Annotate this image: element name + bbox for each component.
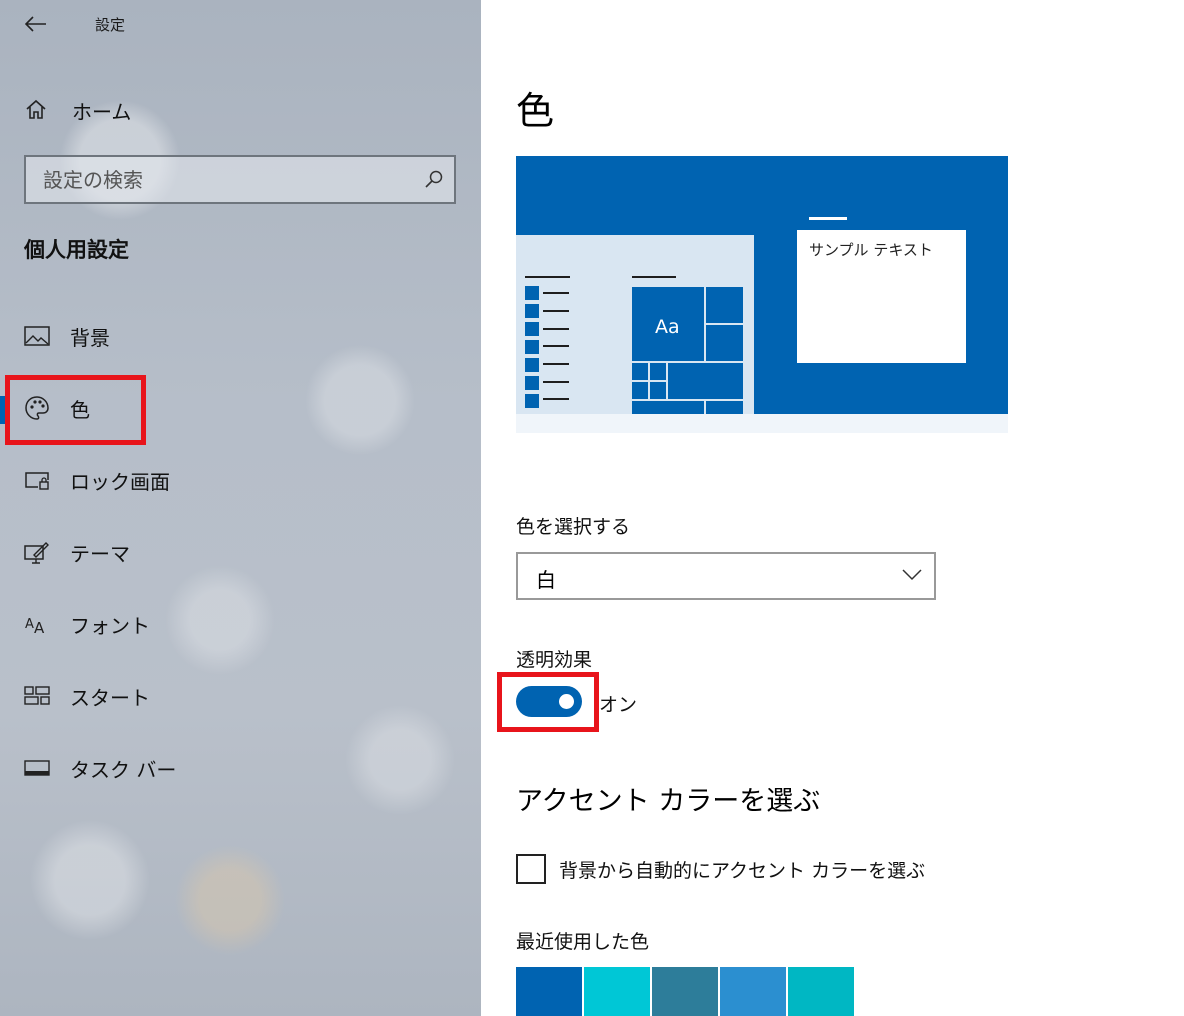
transparency-toggle[interactable] xyxy=(516,686,582,717)
svg-text:A: A xyxy=(34,619,45,635)
home-label: ホーム xyxy=(72,99,132,124)
theme-brush-icon xyxy=(24,539,50,565)
color-swatch[interactable] xyxy=(788,967,854,1016)
sidebar-item-start[interactable]: スタート xyxy=(0,670,481,722)
content-pane: 色 Aa サンプル テキスト 色を選択する 白 透明効果 オン アクセント カラ… xyxy=(481,0,1184,1016)
page-title: 色 xyxy=(516,89,555,133)
start-tiles-icon xyxy=(24,683,50,709)
sidebar-item-color[interactable]: 色 xyxy=(0,382,481,434)
svg-text:A: A xyxy=(25,617,34,632)
sidebar-item-lock-screen[interactable]: ロック画面 xyxy=(0,454,481,506)
sidebar-item-label: フォント xyxy=(70,613,150,638)
auto-accent-label: 背景から自動的にアクセント カラーを選ぶ xyxy=(559,860,926,882)
sidebar-item-font[interactable]: AA フォント xyxy=(0,598,481,650)
sidebar-item-theme[interactable]: テーマ xyxy=(0,526,481,578)
search-icon[interactable] xyxy=(424,169,444,189)
palette-icon xyxy=(24,395,50,421)
search-box[interactable] xyxy=(24,155,456,204)
auto-accent-checkbox[interactable] xyxy=(516,854,546,884)
back-arrow-icon xyxy=(25,16,46,32)
transparency-state: オン xyxy=(599,694,638,716)
home-icon xyxy=(26,99,46,119)
color-preview: Aa サンプル テキスト xyxy=(516,156,1008,433)
active-indicator xyxy=(0,396,5,424)
sidebar-item-label: 背景 xyxy=(70,325,110,350)
color-swatch[interactable] xyxy=(516,967,582,1016)
color-swatch[interactable] xyxy=(720,967,786,1016)
taskbar-icon xyxy=(24,755,50,781)
toggle-knob xyxy=(559,694,574,709)
choose-color-label: 色を選択する xyxy=(516,516,631,538)
sidebar-item-label: スタート xyxy=(70,685,150,710)
sidebar-item-label: タスク バー xyxy=(70,757,177,782)
recent-colors-label: 最近使用した色 xyxy=(516,931,650,953)
choose-color-dropdown[interactable]: 白 xyxy=(516,552,936,600)
preview-tile-text: Aa xyxy=(655,316,680,338)
picture-icon xyxy=(24,323,50,349)
sidebar-item-label: ロック画面 xyxy=(70,469,170,494)
back-button[interactable] xyxy=(22,10,50,38)
lock-screen-icon xyxy=(24,467,50,493)
sidebar-item-background[interactable]: 背景 xyxy=(0,310,481,362)
transparency-label: 透明効果 xyxy=(516,649,593,671)
title-bar: 設定 xyxy=(0,0,481,48)
recent-colors xyxy=(516,967,856,1016)
sidebar-item-label: テーマ xyxy=(70,541,130,566)
color-swatch[interactable] xyxy=(652,967,718,1016)
color-swatch[interactable] xyxy=(584,967,650,1016)
accent-heading: アクセント カラーを選ぶ xyxy=(516,786,821,817)
chevron-down-icon xyxy=(902,569,922,581)
choose-color-value: 白 xyxy=(536,568,556,592)
search-input[interactable] xyxy=(26,157,454,202)
section-title: 個人用設定 xyxy=(24,238,129,262)
home-nav-item[interactable]: ホーム xyxy=(24,92,131,128)
sidebar-item-taskbar[interactable]: タスク バー xyxy=(0,742,481,794)
sidebar-item-label: 色 xyxy=(70,397,90,422)
preview-sample-text: サンプル テキスト xyxy=(809,241,933,259)
font-icon: AA xyxy=(24,611,50,637)
sidebar: 設定 ホーム 個人用設定 背景 色 ロック画面 テーマ A xyxy=(0,0,481,1016)
app-title: 設定 xyxy=(95,16,126,34)
